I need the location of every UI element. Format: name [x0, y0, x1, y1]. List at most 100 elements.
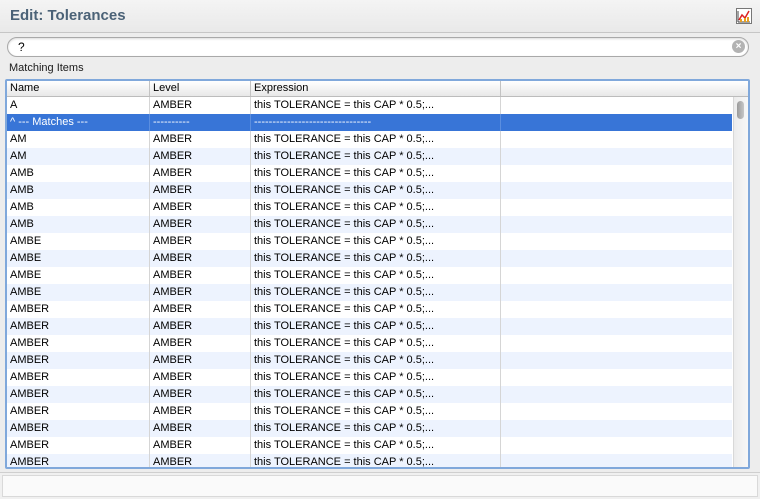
scrollbar-thumb[interactable]: [737, 101, 744, 119]
table-row[interactable]: AMBE AMBER this TOLERANCE = this CAP * 0.5…: [7, 284, 732, 301]
table-row[interactable]: AMB AMBER this TOLERANCE = this CAP * 0.5;…: [7, 182, 732, 199]
cell-level: AMBER: [150, 165, 251, 182]
table-row[interactable]: A AMBER this TOLERANCE = this CAP * 0.5;..…: [7, 97, 732, 114]
table-row[interactable]: AMBER AMBER this TOLERANCE = this CAP * 0.…: [7, 386, 732, 403]
section-label: Matching Items: [9, 62, 84, 74]
cell-empty: [501, 250, 732, 267]
table-row[interactable]: AMBER AMBER this TOLERANCE = this CAP * 0.…: [7, 454, 732, 467]
status-bar: [0, 472, 760, 499]
table-row[interactable]: AM AMBER this TOLERANCE = this CAP * 0.5;.…: [7, 148, 732, 165]
cell-level: AMBER: [150, 250, 251, 267]
cell-level: ----------: [150, 114, 251, 131]
cell-expression: this TOLERANCE = this CAP * 0.5;...: [251, 318, 501, 335]
cell-name: AMBER: [7, 369, 150, 386]
cell-expression: this TOLERANCE = this CAP * 0.5;...: [251, 233, 501, 250]
table-row[interactable]: AMBE AMBER this TOLERANCE = this CAP * 0.5…: [7, 250, 732, 267]
cell-name: AMBER: [7, 420, 150, 437]
cell-level: AMBER: [150, 454, 251, 467]
cell-name: A: [7, 97, 150, 114]
cell-level: AMBER: [150, 335, 251, 352]
cell-expression: --------------------------------: [251, 114, 501, 131]
cell-level: AMBER: [150, 97, 251, 114]
cell-empty: [501, 284, 732, 301]
cell-expression: this TOLERANCE = this CAP * 0.5;...: [251, 454, 501, 467]
clear-icon[interactable]: ×: [732, 40, 745, 53]
cell-level: AMBER: [150, 267, 251, 284]
cell-name: AM: [7, 131, 150, 148]
cell-empty: [501, 335, 732, 352]
cell-empty: [501, 267, 732, 284]
table-row[interactable]: AMBE AMBER this TOLERANCE = this CAP * 0.5…: [7, 233, 732, 250]
cell-empty: [501, 131, 732, 148]
column-header-empty[interactable]: [501, 81, 732, 96]
table-row[interactable]: AMBER AMBER this TOLERANCE = this CAP * 0.…: [7, 352, 732, 369]
cell-level: AMBER: [150, 352, 251, 369]
cell-expression: this TOLERANCE = this CAP * 0.5;...: [251, 369, 501, 386]
cell-level: AMBER: [150, 182, 251, 199]
status-field: [2, 475, 758, 497]
cell-name: AMBER: [7, 454, 150, 467]
search-input[interactable]: [18, 39, 718, 54]
column-header-expression[interactable]: Expression: [251, 81, 501, 96]
cell-name: AMBE: [7, 267, 150, 284]
cell-name: AMBER: [7, 335, 150, 352]
cell-empty: [501, 165, 732, 182]
cell-expression: this TOLERANCE = this CAP * 0.5;...: [251, 267, 501, 284]
table-row[interactable]: AMBER AMBER this TOLERANCE = this CAP * 0.…: [7, 301, 732, 318]
matching-items-table[interactable]: Name Level Expression A AMBER this TOLERAN…: [5, 79, 750, 469]
cell-expression: this TOLERANCE = this CAP * 0.5;...: [251, 352, 501, 369]
cell-name: AMBER: [7, 386, 150, 403]
cell-expression: this TOLERANCE = this CAP * 0.5;...: [251, 97, 501, 114]
table-row[interactable]: AMBER AMBER this TOLERANCE = this CAP * 0.…: [7, 335, 732, 352]
table-row[interactable]: AM AMBER this TOLERANCE = this CAP * 0.5;.…: [7, 131, 732, 148]
cell-empty: [501, 318, 732, 335]
table-row[interactable]: AMBER AMBER this TOLERANCE = this CAP * 0.…: [7, 318, 732, 335]
cell-expression: this TOLERANCE = this CAP * 0.5;...: [251, 216, 501, 233]
table-row[interactable]: ^ --- Matches --- ---------- -------------…: [7, 114, 732, 131]
cell-expression: this TOLERANCE = this CAP * 0.5;...: [251, 403, 501, 420]
cell-name: AMBER: [7, 301, 150, 318]
table-row[interactable]: AMBER AMBER this TOLERANCE = this CAP * 0.…: [7, 420, 732, 437]
table-header: Name Level Expression: [7, 81, 748, 97]
cell-name: AMB: [7, 165, 150, 182]
cell-empty: [501, 233, 732, 250]
cell-empty: [501, 352, 732, 369]
cell-level: AMBER: [150, 420, 251, 437]
table-row[interactable]: AMB AMBER this TOLERANCE = this CAP * 0.5;…: [7, 199, 732, 216]
cell-empty: [501, 182, 732, 199]
table-row[interactable]: AMB AMBER this TOLERANCE = this CAP * 0.5;…: [7, 165, 732, 182]
cell-name: AMBE: [7, 284, 150, 301]
title-bar: Edit: Tolerances: [0, 0, 760, 33]
cell-expression: this TOLERANCE = this CAP * 0.5;...: [251, 386, 501, 403]
cell-name: AMBE: [7, 233, 150, 250]
column-header-name[interactable]: Name: [7, 81, 150, 96]
cell-name: AMB: [7, 182, 150, 199]
cell-expression: this TOLERANCE = this CAP * 0.5;...: [251, 131, 501, 148]
cell-expression: this TOLERANCE = this CAP * 0.5;...: [251, 335, 501, 352]
cell-expression: this TOLERANCE = this CAP * 0.5;...: [251, 250, 501, 267]
chart-icon[interactable]: [736, 8, 752, 24]
cell-name: ^ --- Matches ---: [7, 114, 150, 131]
cell-empty: [501, 216, 732, 233]
window-title: Edit: Tolerances: [10, 7, 126, 24]
cell-level: AMBER: [150, 199, 251, 216]
cell-expression: this TOLERANCE = this CAP * 0.5;...: [251, 437, 501, 454]
table-row[interactable]: AMBER AMBER this TOLERANCE = this CAP * 0.…: [7, 403, 732, 420]
table-body: A AMBER this TOLERANCE = this CAP * 0.5;..…: [7, 97, 732, 467]
cell-empty: [501, 420, 732, 437]
cell-level: AMBER: [150, 369, 251, 386]
column-header-level[interactable]: Level: [150, 81, 251, 96]
cell-name: AMBER: [7, 403, 150, 420]
cell-empty: [501, 114, 732, 131]
cell-empty: [501, 148, 732, 165]
table-row[interactable]: AMBER AMBER this TOLERANCE = this CAP * 0.…: [7, 437, 732, 454]
cell-name: AM: [7, 148, 150, 165]
cell-name: AMBER: [7, 318, 150, 335]
table-row[interactable]: AMBER AMBER this TOLERANCE = this CAP * 0.…: [7, 369, 732, 386]
table-row[interactable]: AMB AMBER this TOLERANCE = this CAP * 0.5;…: [7, 216, 732, 233]
cell-expression: this TOLERANCE = this CAP * 0.5;...: [251, 165, 501, 182]
cell-level: AMBER: [150, 318, 251, 335]
cell-name: AMB: [7, 216, 150, 233]
vertical-scrollbar[interactable]: [733, 97, 748, 467]
table-row[interactable]: AMBE AMBER this TOLERANCE = this CAP * 0.5…: [7, 267, 732, 284]
